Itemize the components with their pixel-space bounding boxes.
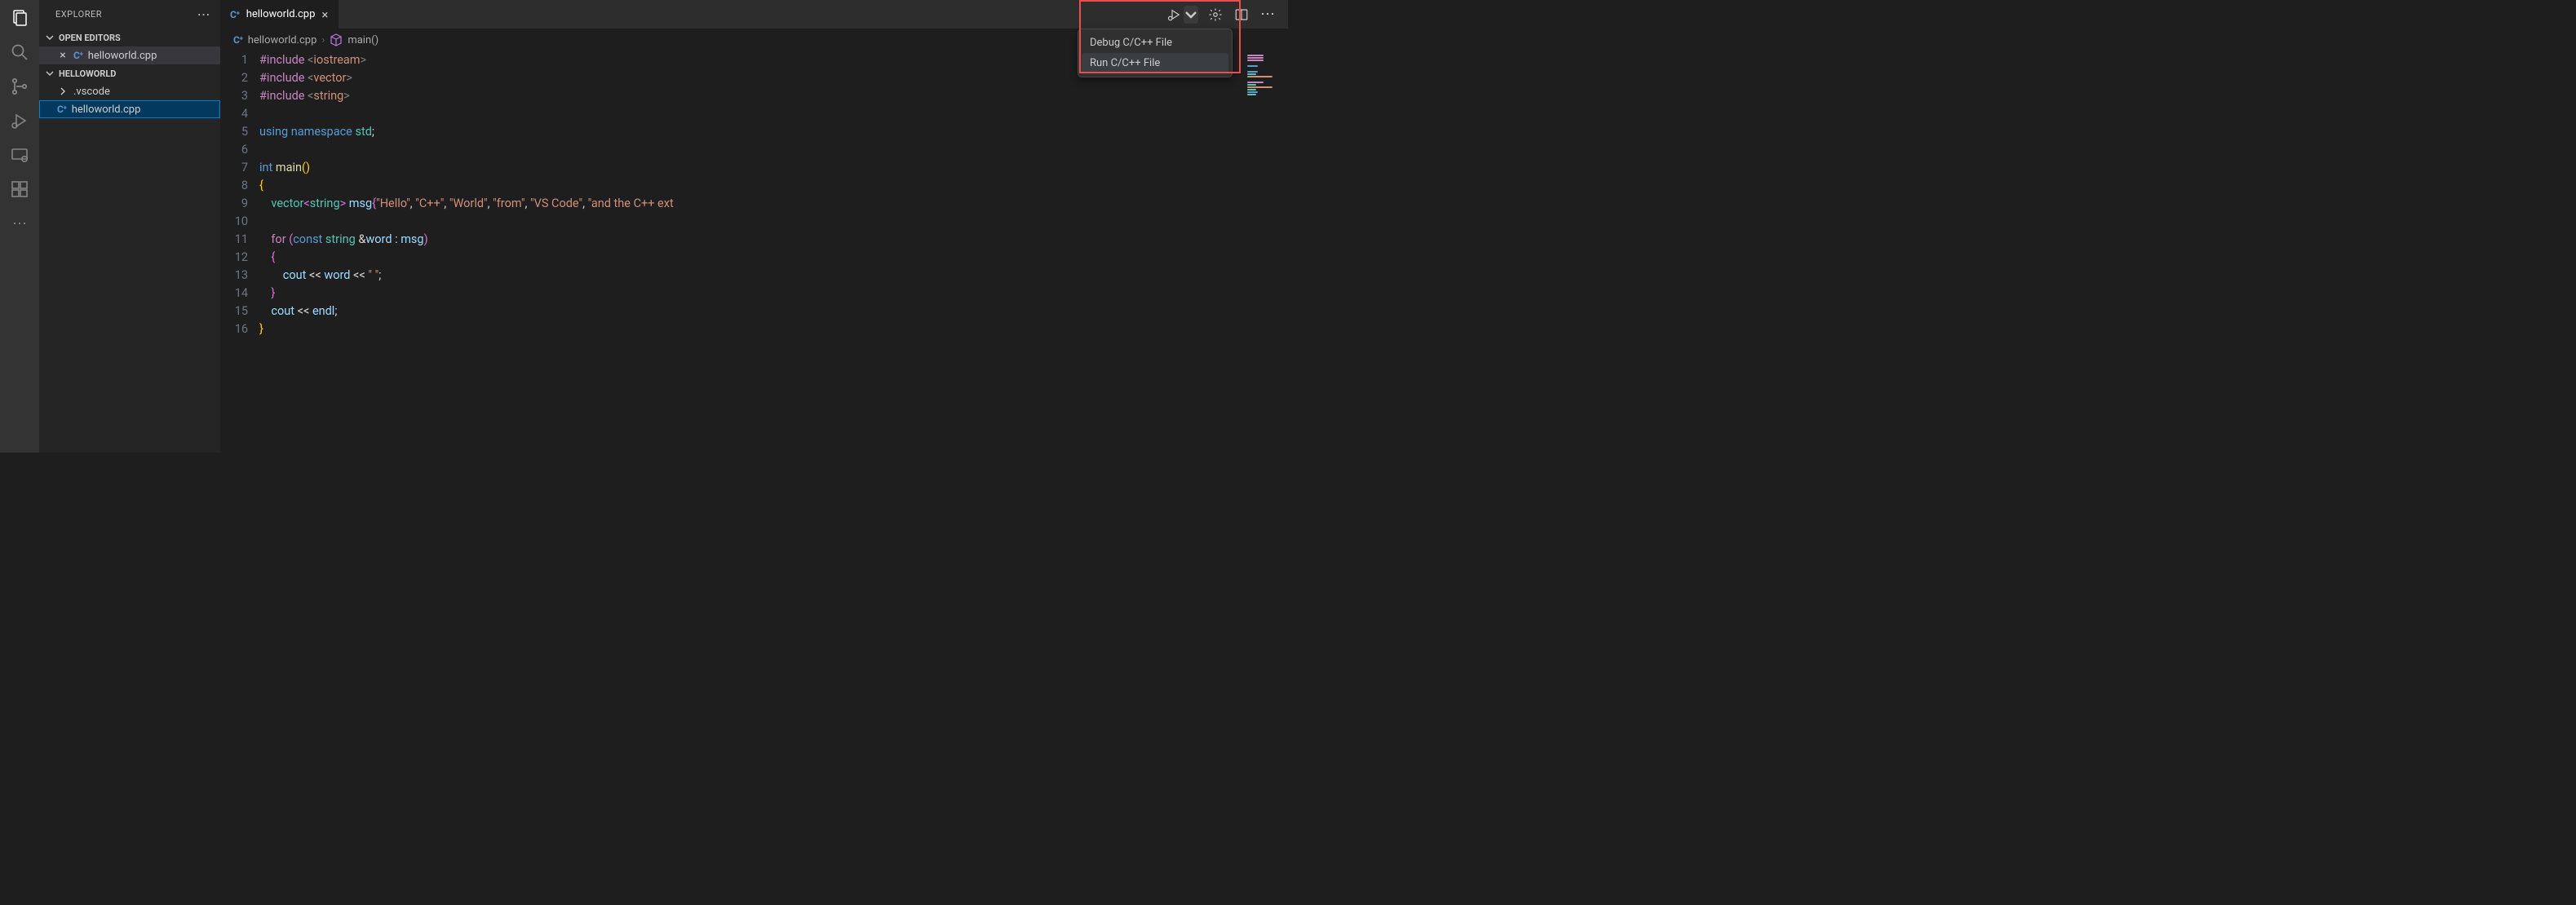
tree-folder-vscode[interactable]: .vscode: [39, 82, 220, 100]
editor-more-icon[interactable]: ⋯: [1259, 6, 1277, 24]
symbol-method-icon: [330, 33, 343, 46]
workspace-label: HELLOWORLD: [59, 68, 116, 79]
chevron-down-icon: [44, 68, 55, 79]
additional-views-icon[interactable]: ⋯: [8, 212, 31, 235]
sidebar-more-icon[interactable]: ⋯: [197, 7, 211, 22]
open-editors-label: OPEN EDITORS: [59, 33, 121, 43]
code-editor[interactable]: 12345678910111213141516 #include <iostre…: [220, 51, 1288, 452]
chevron-down-icon: [44, 32, 55, 43]
activity-bar: ⋯: [0, 0, 39, 452]
tab-label: helloworld.cpp: [246, 8, 316, 20]
source-control-icon[interactable]: [8, 75, 31, 98]
cpp-file-icon: C⁺: [57, 104, 67, 115]
breadcrumb-symbol[interactable]: main(): [347, 34, 378, 46]
cpp-file-icon: C⁺: [73, 50, 83, 61]
open-editor-item[interactable]: × C⁺ helloworld.cpp: [39, 46, 220, 64]
run-dropdown-menu: Debug C/C++ File Run C/C++ File: [1078, 29, 1233, 77]
run-dropdown-toggle[interactable]: [1184, 6, 1198, 24]
code-content[interactable]: #include <iostream>#include <vector>#inc…: [259, 51, 1242, 452]
menu-item-run[interactable]: Run C/C++ File: [1082, 53, 1228, 73]
line-number-gutter: 12345678910111213141516: [220, 51, 259, 452]
editor-area: C⁺ helloworld.cpp × ⋯ C⁺ helloworld.cpp …: [220, 0, 1288, 452]
open-editor-filename: helloworld.cpp: [88, 50, 157, 62]
chevron-right-icon: [57, 86, 69, 97]
open-editors-header[interactable]: OPEN EDITORS: [39, 29, 220, 46]
sidebar-title: EXPLORER: [55, 9, 102, 20]
cpp-file-icon: C⁺: [230, 9, 240, 20]
workspace-header[interactable]: HELLOWORLD: [39, 64, 220, 82]
tree-file-name: helloworld.cpp: [72, 104, 141, 116]
tab-helloworld[interactable]: C⁺ helloworld.cpp ×: [220, 0, 339, 29]
close-icon[interactable]: ×: [321, 7, 328, 22]
search-icon[interactable]: [8, 41, 31, 64]
sidebar-explorer: EXPLORER ⋯ OPEN EDITORS × C⁺ helloworld.…: [39, 0, 220, 452]
run-debug-icon[interactable]: [8, 109, 31, 132]
explorer-icon[interactable]: [8, 7, 31, 29]
tab-bar: C⁺ helloworld.cpp × ⋯: [220, 0, 1288, 29]
remote-explorer-icon[interactable]: [8, 143, 31, 166]
breadcrumb-file[interactable]: helloworld.cpp: [248, 34, 317, 46]
close-icon[interactable]: ×: [57, 50, 69, 61]
tree-file-helloworld[interactable]: C⁺ helloworld.cpp: [39, 100, 220, 118]
split-editor-icon[interactable]: [1233, 6, 1250, 24]
minimap[interactable]: [1242, 51, 1288, 452]
settings-gear-icon[interactable]: [1206, 6, 1224, 24]
cpp-file-icon: C⁺: [233, 34, 243, 46]
chevron-right-icon: ›: [321, 34, 325, 46]
extensions-icon[interactable]: [8, 178, 31, 201]
editor-actions: ⋯: [1167, 0, 1288, 29]
sidebar-title-row: EXPLORER ⋯: [39, 0, 220, 29]
tree-folder-name: .vscode: [73, 86, 110, 98]
menu-item-debug[interactable]: Debug C/C++ File: [1082, 33, 1228, 53]
run-debug-button[interactable]: [1167, 6, 1198, 24]
